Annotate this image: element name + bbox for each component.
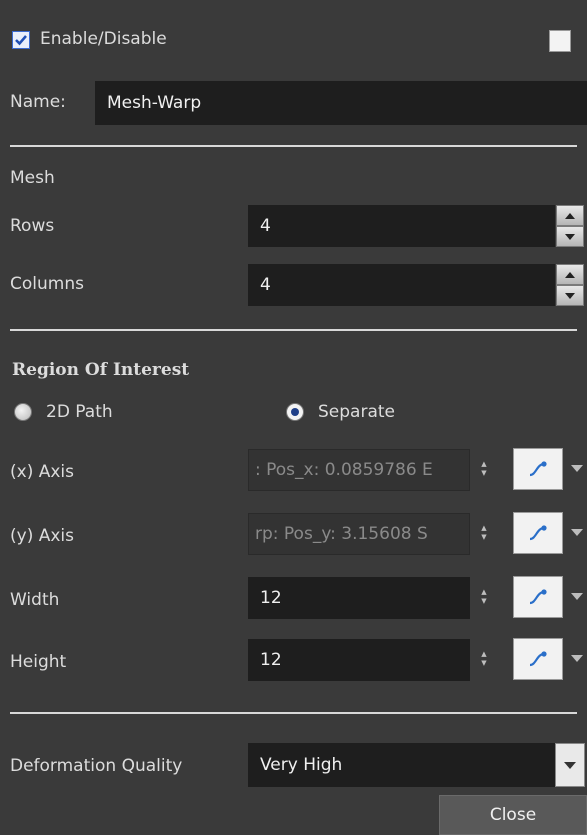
close-button[interactable]: Close (439, 795, 587, 835)
name-field[interactable]: Mesh-Warp (95, 81, 587, 125)
divider (10, 329, 577, 331)
y-axis-field[interactable]: rp: Pos_y: 3.15608 S (248, 513, 470, 555)
rows-increment-button[interactable] (556, 205, 584, 226)
width-field[interactable]: 12 (248, 577, 470, 619)
width-menu-caret-icon[interactable] (571, 593, 583, 600)
y-axis-function-button[interactable] (513, 512, 563, 554)
deformation-quality-select[interactable]: Very High (248, 743, 555, 787)
height-function-button[interactable] (513, 638, 563, 680)
enable-checkbox[interactable] (12, 31, 30, 49)
mesh-section-label: Mesh (10, 168, 55, 188)
divider (10, 712, 577, 714)
arrow-down-icon (565, 233, 575, 240)
rows-label: Rows (10, 216, 55, 236)
radio-2d-path-label: 2D Path (46, 402, 113, 422)
x-axis-menu-caret-icon[interactable] (571, 465, 583, 472)
columns-field[interactable]: 4 (248, 264, 555, 306)
arrow-down-icon (565, 292, 575, 299)
x-axis-spin-arrows-icon[interactable]: ▲ ▼ (479, 461, 489, 477)
color-swatch-button[interactable] (549, 30, 571, 52)
x-axis-label: (x) Axis (10, 462, 74, 482)
function-curve-icon (529, 525, 547, 541)
columns-label: Columns (10, 274, 84, 294)
arrow-up-icon (565, 271, 575, 278)
width-spin-arrows-icon[interactable]: ▲ ▼ (479, 589, 489, 605)
arrow-up-icon (565, 212, 575, 219)
radio-selected-icon[interactable] (286, 403, 304, 421)
rows-field[interactable]: 4 (248, 205, 555, 247)
rows-decrement-button[interactable] (556, 226, 584, 247)
radio-2d-path[interactable]: 2D Path (14, 402, 113, 422)
height-spin-arrows-icon[interactable]: ▲ ▼ (479, 651, 489, 667)
height-label: Height (10, 652, 67, 672)
deformation-quality-label: Deformation Quality (10, 756, 183, 776)
columns-increment-button[interactable] (556, 264, 584, 285)
rows-stepper[interactable] (556, 205, 584, 247)
radio-separate[interactable]: Separate (286, 402, 395, 422)
y-axis-spin-arrows-icon[interactable]: ▲ ▼ (479, 525, 489, 541)
width-label: Width (10, 590, 60, 610)
columns-decrement-button[interactable] (556, 285, 584, 306)
divider (10, 145, 577, 147)
function-curve-icon (529, 589, 547, 605)
checkmark-icon (15, 35, 27, 46)
function-curve-icon (529, 461, 547, 477)
name-label: Name: (10, 92, 66, 112)
deformation-quality-dropdown-button[interactable] (555, 743, 585, 787)
width-function-button[interactable] (513, 576, 563, 618)
x-axis-function-button[interactable] (513, 448, 563, 490)
x-axis-field[interactable]: : Pos_x: 0.0859786 E (248, 449, 470, 491)
columns-stepper[interactable] (556, 264, 584, 306)
radio-unselected-icon[interactable] (14, 403, 32, 421)
chevron-down-icon (564, 761, 576, 769)
enable-label: Enable/Disable (40, 29, 167, 49)
roi-title: Region Of Interest (12, 360, 190, 380)
height-field[interactable]: 12 (248, 639, 470, 681)
y-axis-menu-caret-icon[interactable] (571, 529, 583, 536)
y-axis-label: (y) Axis (10, 526, 74, 546)
function-curve-icon (529, 651, 547, 667)
height-menu-caret-icon[interactable] (571, 655, 583, 662)
radio-separate-label: Separate (318, 402, 395, 422)
